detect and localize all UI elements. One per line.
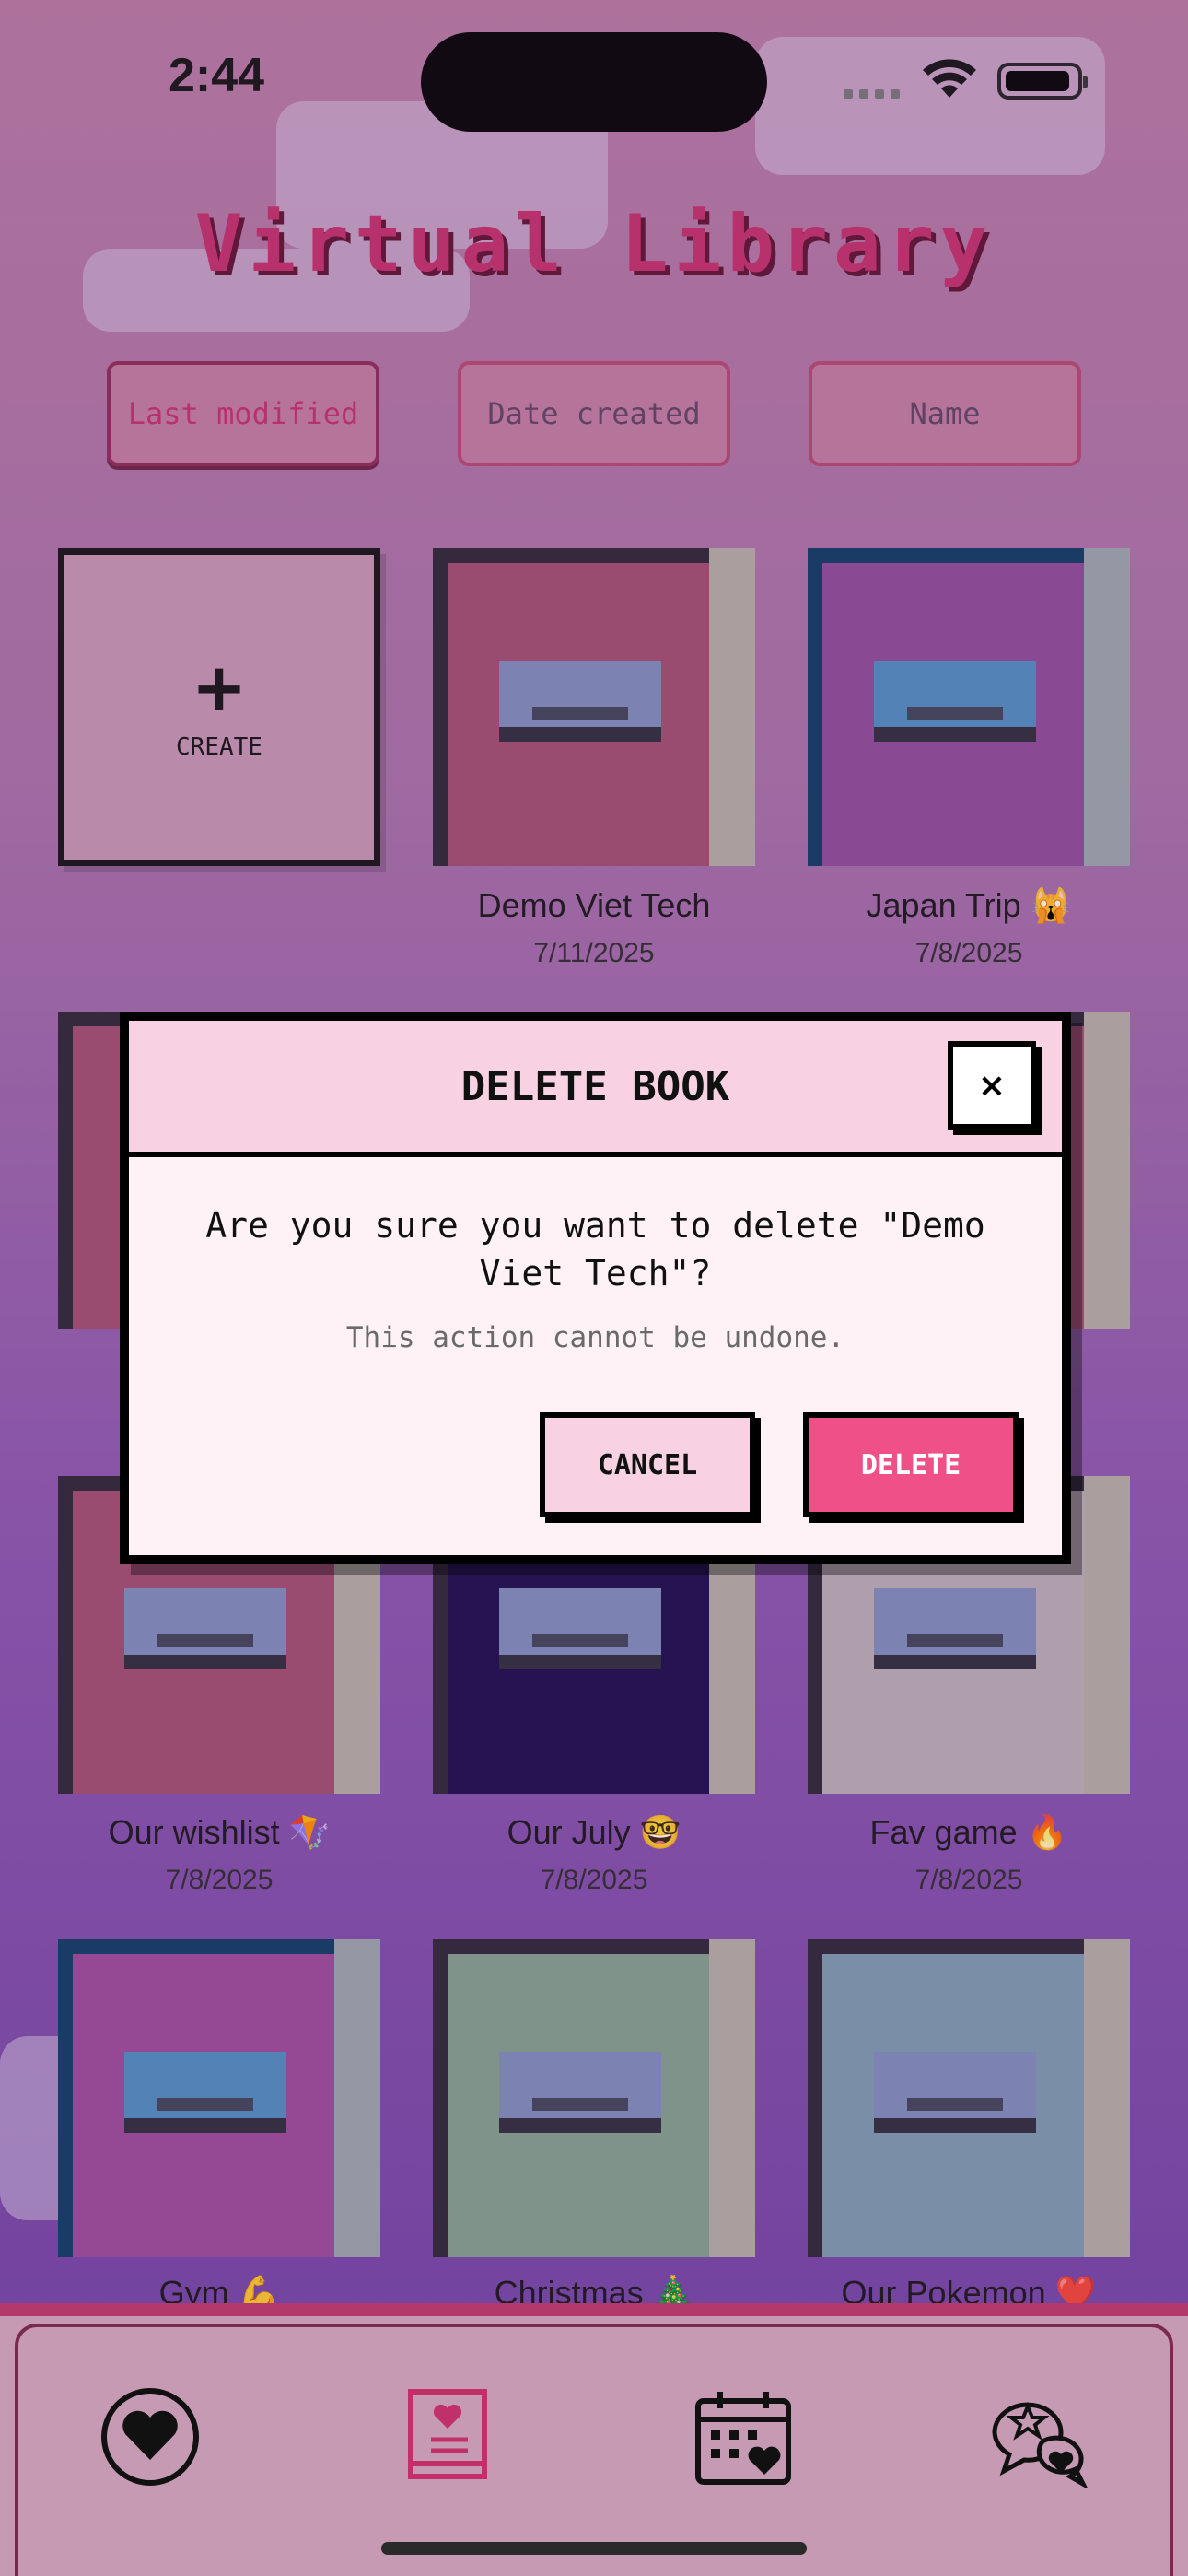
dialog-subtext: This action cannot be undone.: [345, 1321, 845, 1354]
delete-book-dialog: DELETE BOOK × Are you sure you want to d…: [120, 1012, 1071, 1564]
dialog-title: DELETE BOOK: [460, 1063, 730, 1110]
delete-button[interactable]: DELETE: [803, 1412, 1019, 1517]
close-button[interactable]: ×: [948, 1041, 1036, 1130]
cancel-button[interactable]: CANCEL: [540, 1412, 755, 1517]
home-indicator[interactable]: [381, 2542, 807, 2555]
nav-heart-icon[interactable]: [99, 2386, 201, 2488]
nav-calendar-icon[interactable]: [693, 2386, 794, 2488]
dialog-message: Are you sure you want to delete "Demo Vi…: [205, 1205, 985, 1294]
nav-book-icon[interactable]: [398, 2386, 499, 2488]
nav-chat-icon[interactable]: [987, 2386, 1089, 2488]
dialog-header: DELETE BOOK ×: [129, 1021, 1062, 1157]
close-icon: ×: [977, 1066, 1007, 1105]
